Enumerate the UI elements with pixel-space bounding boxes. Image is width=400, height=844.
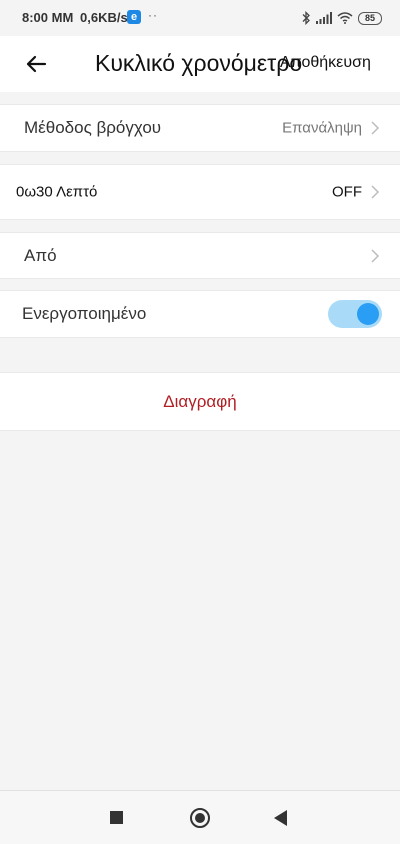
more-notifications-icon: ·· (148, 8, 158, 22)
chevron-right-icon (371, 185, 380, 199)
status-network-speed: 0,6KB/s (80, 10, 128, 25)
home-button[interactable] (190, 808, 210, 828)
toggle-knob (357, 303, 379, 325)
arrow-left-icon (26, 55, 47, 73)
app-notification-icon: e (127, 10, 141, 24)
from-row[interactable]: Από (0, 232, 400, 279)
status-icons: 85 (301, 8, 382, 28)
delete-button[interactable]: Διαγραφή (0, 372, 400, 431)
wifi-icon (337, 12, 353, 24)
system-back-button[interactable] (274, 810, 287, 826)
system-navigation-bar (0, 790, 400, 844)
enabled-label: Ενεργοποιημένο (22, 304, 147, 323)
battery-icon: 85 (358, 11, 382, 25)
status-time: 8:00 MM (22, 10, 74, 25)
save-button[interactable]: Αποθήκευση (280, 52, 371, 74)
interval-label: 0ω30 Λεπτό (16, 183, 98, 201)
loop-method-label: Μέθοδος βρόγχου (24, 118, 162, 137)
loop-method-value: Επανάληψη (282, 119, 362, 137)
interval-row[interactable]: 0ω30 Λεπτό OFF (0, 164, 400, 220)
loop-method-row[interactable]: Μέθοδος βρόγχου Επανάληψη (0, 104, 400, 152)
back-button[interactable] (18, 48, 54, 80)
signal-icon (316, 12, 332, 24)
status-bar: 8:00 MM 0,6KB/s e ·· 85 (0, 0, 400, 36)
interval-value: OFF (332, 183, 362, 201)
delete-label: Διαγραφή (163, 392, 237, 411)
enabled-toggle[interactable] (328, 300, 382, 328)
page-title: Κυκλικό χρονόμετρο (95, 50, 303, 76)
chevron-right-icon (371, 121, 380, 135)
chevron-right-icon (371, 248, 380, 263)
enabled-row: Ενεργοποιημένο (0, 290, 400, 338)
from-label: Από (24, 245, 57, 265)
bluetooth-icon (302, 11, 310, 25)
recent-apps-button[interactable] (110, 811, 123, 824)
app-header: Κυκλικό χρονόμετρο Αποθήκευση (0, 36, 400, 92)
